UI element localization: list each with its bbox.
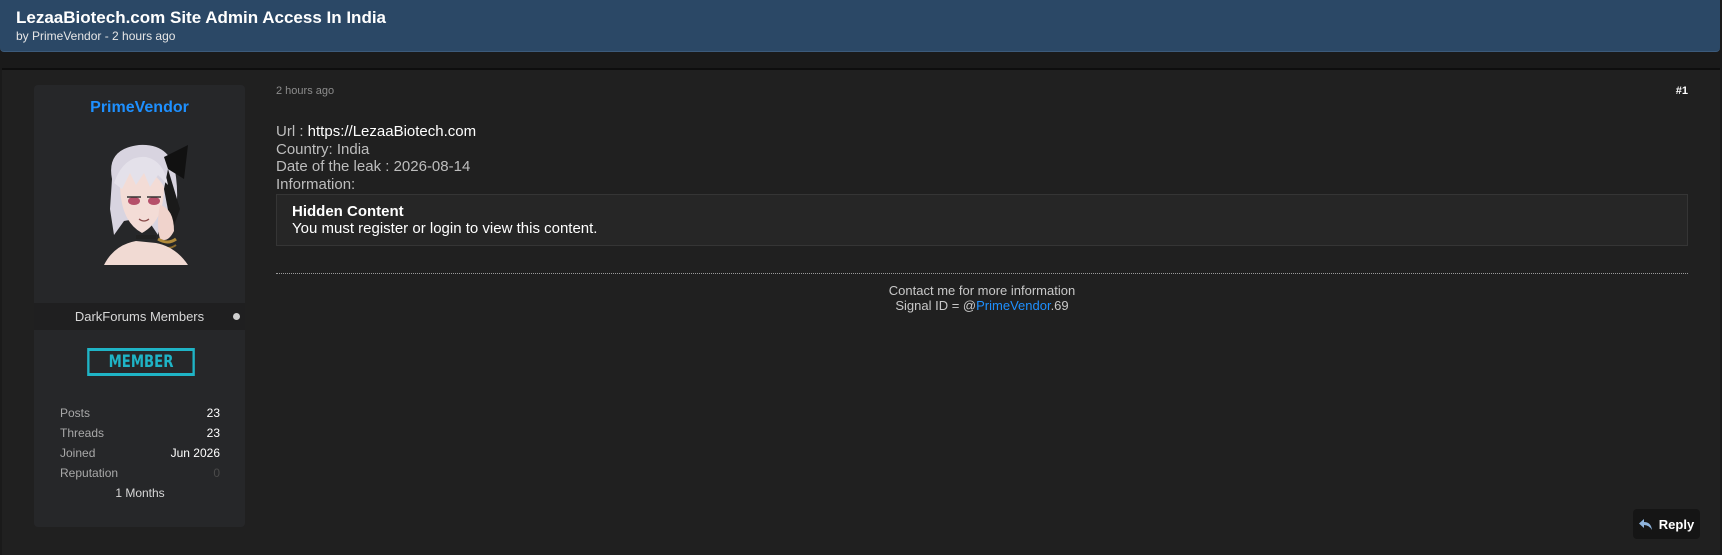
stat-label: Reputation [60,466,119,480]
author-panel: PrimeVendor DarkForums Members MEMBER Po… [34,85,245,527]
stat-value: Jun 2026 [170,446,220,460]
post-date: 2 hours ago [276,85,335,97]
post-body: Url : https://LezaaBiotech.com Country: … [276,123,1688,246]
stat-posts: Posts 23 [60,403,220,423]
signature-line1: Contact me for more information [888,283,1076,298]
author-username[interactable]: PrimeVendor [34,99,245,117]
login-link[interactable]: login [430,220,462,237]
hidden-content-box: Hidden Content You must register or logi… [276,194,1688,246]
hidden-msg-before: You must [292,220,359,237]
thread-header: LezaaBiotech.com Site Admin Access In In… [0,0,1720,52]
post-country: Country: India [276,140,370,158]
usergroup-label: DarkForums Members [74,309,205,324]
member-tenure: 1 Months [115,486,165,500]
hidden-content-title: Hidden Content [292,203,404,220]
thread-title: LezaaBiotech.com Site Admin Access In In… [16,8,387,27]
post-information-label: Information: [276,175,356,193]
rank-badge: MEMBER [87,348,195,376]
signature-user-link[interactable]: PrimeVendor [976,298,1050,313]
stat-label: Threads [60,426,105,440]
author-stats: Posts 23 Threads 23 Joined Jun 2026 Repu… [60,403,220,503]
reply-icon [1638,518,1652,530]
hidden-msg-after: to view this content. [461,220,598,237]
reply-label: Reply [1658,516,1695,532]
avatar[interactable] [84,139,194,265]
signature-line2: Signal ID = @PrimeVendor.69 [276,298,1688,313]
stat-label: Posts [60,406,91,420]
hidden-content-message: You must register or login to view this … [292,220,1672,237]
post-number-link[interactable]: #1 [1676,85,1688,97]
url-label: Url : [276,123,308,140]
post-leak-date: Date of the leak : 2026-08-14 [276,158,471,175]
signature-prefix: Signal ID = @ [895,298,977,313]
stat-reputation: Reputation 0 [60,463,220,483]
reply-button[interactable]: Reply [1633,509,1700,539]
signature-suffix: .69 [1050,298,1069,313]
register-link[interactable]: register [358,220,408,237]
post-url-line: Url : https://LezaaBiotech.com [276,123,1688,141]
stat-value[interactable]: 23 [207,423,220,443]
stat-label: Joined [60,446,96,460]
post-url-link[interactable]: https://LezaaBiotech.com [308,123,476,140]
hidden-msg-or: or [408,220,430,237]
online-status-icon [233,313,240,320]
signature: Contact me for more information Signal I… [276,283,1688,313]
stat-threads: Threads 23 [60,423,220,443]
stat-value[interactable]: 23 [207,403,220,423]
stat-joined: Joined Jun 2026 [60,443,220,463]
thread-byline: by PrimeVendor - 2 hours ago [16,29,176,43]
stat-value[interactable]: 0 [213,463,220,483]
signature-divider [276,273,1688,274]
post: PrimeVendor DarkForums Members MEMBER Po… [2,68,1720,555]
usergroup-bar: DarkForums Members [34,303,245,330]
